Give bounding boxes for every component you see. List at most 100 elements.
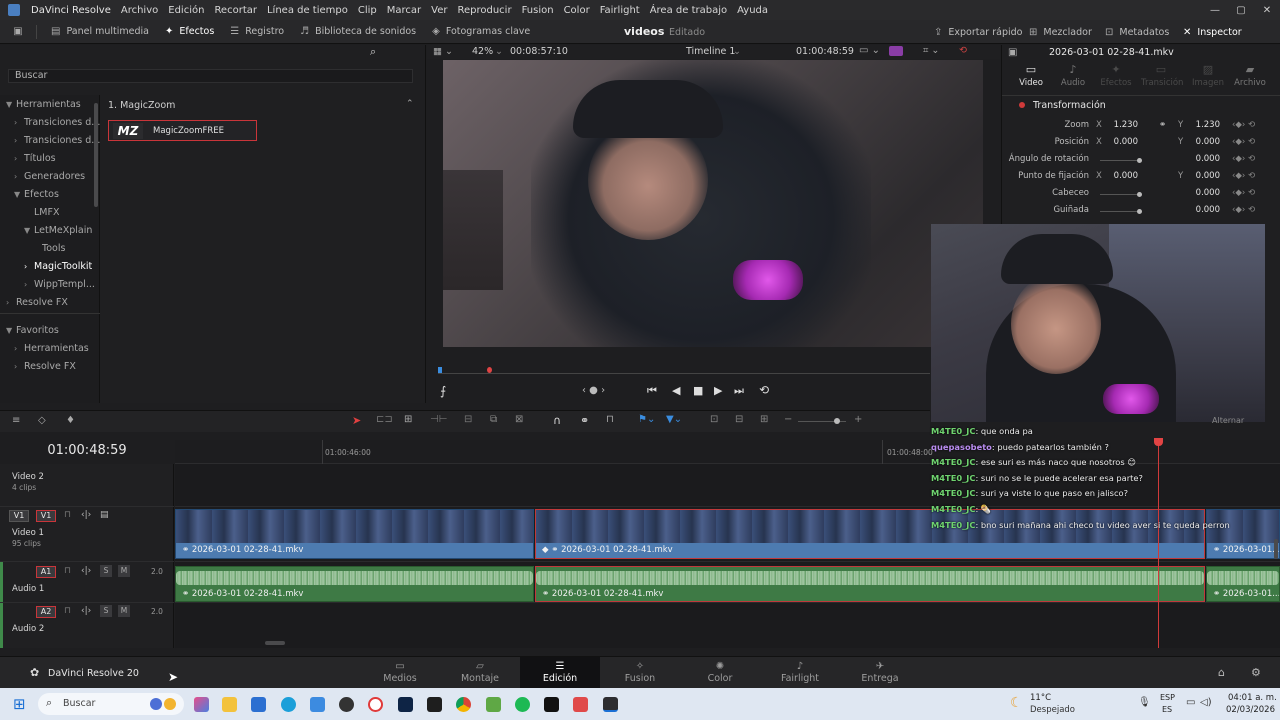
- menu-edicion[interactable]: Edición: [163, 5, 209, 16]
- video-clip[interactable]: ⚭ 2026-03-01 02-28-41.mkv: [175, 509, 534, 559]
- stop-icon[interactable]: ■: [693, 384, 703, 397]
- app-icon-3[interactable]: [427, 697, 442, 712]
- tree-item-transiciones-2[interactable]: › Transiciones d...: [14, 135, 100, 146]
- zoom-full-icon[interactable]: ⊡: [710, 414, 718, 425]
- lock-icon[interactable]: ⊓: [64, 510, 71, 520]
- volume-icon[interactable]: ◁): [1200, 697, 1212, 708]
- page-color[interactable]: ✺ Color: [680, 657, 760, 689]
- search-icon[interactable]: ⌕: [370, 45, 376, 59]
- transform-icon[interactable]: ⌗ ⌄: [923, 45, 939, 56]
- microphone-icon[interactable]: 🎙: [1138, 697, 1151, 708]
- page-fusion[interactable]: ✧ Fusion: [600, 657, 680, 689]
- mute-button[interactable]: M: [118, 565, 130, 577]
- position-x-field[interactable]: 0.000: [1098, 137, 1138, 147]
- minecraft-icon[interactable]: [486, 697, 501, 712]
- tree-item-fav-resolve-fx[interactable]: › Resolve FX: [14, 361, 76, 372]
- page-fairlight[interactable]: ♪ Fairlight: [760, 657, 840, 689]
- anchor-x-field[interactable]: 0.000: [1098, 171, 1138, 181]
- marker-icon[interactable]: ▼⌄: [666, 414, 682, 425]
- windows-start-icon[interactable]: ⊞: [13, 695, 26, 713]
- timeline-name[interactable]: Timeline 1: [686, 46, 735, 57]
- position-lock-icon[interactable]: ⊓: [606, 414, 614, 425]
- tab-imagen[interactable]: ▨ Imagen: [1188, 63, 1228, 88]
- app-icon-1[interactable]: [310, 697, 325, 712]
- pitch-slider-track[interactable]: [1100, 194, 1142, 195]
- tree-item-tools[interactable]: Tools: [42, 243, 65, 254]
- menu-marcar[interactable]: Marcar: [382, 5, 426, 16]
- app-icon-2[interactable]: [339, 697, 354, 712]
- zoom-detail-icon[interactable]: ⊟: [735, 414, 743, 425]
- network-icon[interactable]: ▭: [1186, 697, 1195, 708]
- keyframe-icon[interactable]: ‹◆› ⟲: [1232, 120, 1255, 130]
- tree-item-efectos[interactable]: ▼ Efectos: [14, 189, 59, 200]
- keyframe-icon[interactable]: ‹◆› ⟲: [1232, 137, 1255, 147]
- loop-icon[interactable]: ⟲: [759, 383, 769, 397]
- menu-archivo[interactable]: Archivo: [116, 5, 163, 16]
- lock-icon[interactable]: ⊓: [64, 606, 71, 616]
- section-enable-dot[interactable]: [1019, 102, 1025, 108]
- tree-item-magictoolkit[interactable]: › MagicToolkit: [24, 261, 92, 272]
- blade-tool-icon[interactable]: ⊣⊢: [430, 414, 447, 425]
- play-reverse-icon[interactable]: ◀: [672, 384, 680, 397]
- replace-clip-icon[interactable]: ⊠: [515, 414, 523, 425]
- keyframe-icon[interactable]: ‹◆› ⟲: [1232, 154, 1255, 164]
- play-icon[interactable]: ▶: [714, 384, 722, 397]
- auto-select-icon[interactable]: ‹|›: [81, 606, 91, 616]
- davinci-taskbar-icon[interactable]: [603, 697, 618, 712]
- tree-item-herramientas[interactable]: ▼ Herramientas: [6, 99, 81, 110]
- store-icon[interactable]: [251, 697, 266, 712]
- taskbar-search[interactable]: ⌕ Buscar: [38, 693, 184, 715]
- magiczoom-effect-item[interactable]: MZ MagicZoomFREE: [108, 120, 257, 141]
- page-montaje[interactable]: ▱ Montaje: [440, 657, 520, 689]
- metadata-button[interactable]: ⊡ Metadatos: [1097, 20, 1177, 44]
- timeline-v-scrollbar[interactable]: [1274, 539, 1278, 559]
- flag-icon[interactable]: ⚑⌄: [638, 414, 655, 425]
- overwrite-clip-icon[interactable]: ⧉: [490, 414, 497, 425]
- menu-clip[interactable]: Clip: [353, 5, 382, 16]
- viewer-layout-icon[interactable]: ▦ ⌄: [433, 46, 453, 57]
- timeline-options-icon[interactable]: ≡: [12, 415, 20, 426]
- link-icon[interactable]: ⚭: [1159, 120, 1166, 130]
- rotation-slider-handle[interactable]: [1137, 158, 1142, 163]
- file-explorer-icon[interactable]: [222, 697, 237, 712]
- auto-select-icon[interactable]: ‹|›: [81, 566, 91, 576]
- mute-button[interactable]: M: [118, 605, 130, 617]
- pitch-field[interactable]: 0.000: [1180, 188, 1220, 198]
- tree-item-wipptempl[interactable]: › WippTempl...: [24, 279, 100, 290]
- page-medios[interactable]: ▭ Medios: [360, 657, 440, 689]
- tree-scrollbar[interactable]: [94, 103, 98, 207]
- weather-desc[interactable]: Despejado: [1030, 705, 1075, 715]
- insert-clip-icon[interactable]: ⊟: [464, 414, 472, 425]
- audio-clip[interactable]: ⚭ 2026-03-01 02-28-41.mkv: [175, 566, 534, 602]
- rotation-field[interactable]: 0.000: [1180, 154, 1220, 164]
- opera-icon[interactable]: [368, 697, 383, 712]
- viewer-options-icon[interactable]: ▭ ⌄: [859, 45, 880, 56]
- chrome-icon[interactable]: [456, 697, 471, 712]
- viewer-scrub-bar[interactable]: [438, 367, 930, 377]
- menu-color[interactable]: Color: [559, 5, 595, 16]
- track-visibility-icon[interactable]: ▤: [100, 510, 109, 520]
- menu-area-de-trabajo[interactable]: Área de trabajo: [645, 5, 732, 16]
- keyframes-button[interactable]: ◈ Fotogramas clave: [424, 20, 538, 44]
- lang-top[interactable]: ESP: [1160, 693, 1175, 702]
- tree-item-favoritos[interactable]: ▼ Favoritos: [6, 325, 59, 336]
- anchor-y-field[interactable]: 0.000: [1180, 171, 1220, 181]
- zoom-in-icon[interactable]: +: [854, 414, 862, 425]
- audio-clip-selected[interactable]: ⚭ 2026-03-01 02-28-41.mkv: [535, 566, 1205, 602]
- linked-selection-icon[interactable]: ⚭: [580, 414, 589, 427]
- viewer-zoom[interactable]: 42%: [472, 46, 493, 57]
- scrub-playhead[interactable]: [487, 367, 492, 373]
- media-pool-button[interactable]: ▤ Panel multimedia: [43, 20, 157, 44]
- edge-icon[interactable]: [281, 697, 296, 712]
- selection-tool-icon[interactable]: ➤: [352, 414, 361, 427]
- pitch-slider-handle[interactable]: [1137, 192, 1142, 197]
- marker-nav-icon[interactable]: ◇: [38, 415, 46, 426]
- quick-export-button[interactable]: ⇪ Exportar rápido: [926, 20, 1030, 44]
- yaw-slider-handle[interactable]: [1137, 209, 1142, 214]
- weather-temp[interactable]: 11°C: [1030, 693, 1051, 703]
- menu-reproducir[interactable]: Reproducir: [452, 5, 516, 16]
- zoom-y-field[interactable]: 1.230: [1180, 120, 1220, 130]
- tab-efectos[interactable]: ✦ Efectos: [1096, 63, 1136, 88]
- tab-transicion[interactable]: ▭ Transición: [1141, 63, 1183, 88]
- yaw-slider-track[interactable]: [1100, 211, 1142, 212]
